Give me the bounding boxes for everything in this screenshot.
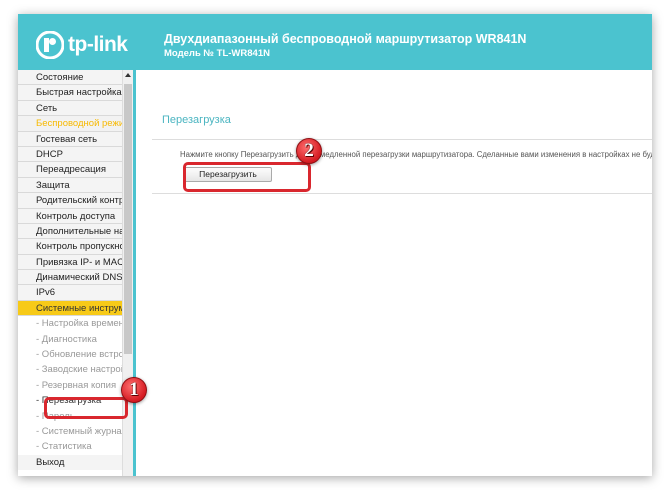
sidebar-item-exit[interactable]: Выход [18, 454, 122, 471]
tp-link-logo-icon [36, 31, 64, 59]
sidebar-item-security[interactable]: Защита [18, 177, 122, 194]
highlight-reboot-button [183, 162, 311, 192]
sidebar-item-advanced-settings[interactable]: Дополнительные настройки [18, 223, 122, 240]
sidebar-subitem-statistics[interactable]: - Статистика [18, 439, 122, 455]
divider-bottom [152, 193, 652, 194]
sidebar-item-dynamic-dns[interactable]: Динамический DNS [18, 270, 122, 286]
logo-text: tp-link [68, 33, 128, 56]
sidebar-item-ipv6[interactable]: IPv6 [18, 285, 122, 301]
device-title: Двухдиапазонный беспроводной маршрутизат… [164, 32, 527, 46]
sidebar-item-bandwidth-control[interactable]: Контроль пропускной [18, 239, 122, 255]
reboot-notice-text: Нажмите кнопку Перезагрузить для немедле… [180, 150, 652, 159]
sidebar-item-ip-mac-binding[interactable]: Привязка IP- и MAC- [18, 254, 122, 271]
router-window: tp-link Двухдиапазонный беспроводной мар… [18, 14, 652, 476]
sidebar-item-system-tools[interactable]: Системные инструменты [18, 300, 122, 317]
device-model: Модель № TL-WR841N [164, 48, 270, 59]
sidebar-subitem-backup[interactable]: - Резервная копия [18, 377, 122, 394]
sidebar-item-access-control[interactable]: Контроль доступа [18, 208, 122, 224]
step-marker-1: 1 [121, 377, 147, 403]
scroll-up-arrow-icon[interactable] [125, 73, 131, 77]
sidebar-item-guest-network[interactable]: Гостевая сеть [18, 131, 122, 147]
sidebar-item-network[interactable]: Сеть [18, 100, 122, 117]
tp-link-logo: tp-link [36, 31, 128, 59]
sidebar-item-parental-control[interactable]: Родительский контроль [18, 193, 122, 209]
main-content: Перезагрузка Нажмите кнопку Перезагрузит… [136, 70, 652, 476]
sidebar-item-dhcp[interactable]: DHCP [18, 146, 122, 163]
page-title: Перезагрузка [162, 114, 231, 126]
sidebar-item-status[interactable]: Состояние [18, 70, 122, 86]
sidebar-item-wireless[interactable]: Беспроводной режим [18, 116, 122, 132]
sidebar-subitem-time-settings[interactable]: - Настройка времени [18, 316, 122, 332]
sidebar-subitem-factory-defaults[interactable]: - Заводские настройки [18, 362, 122, 378]
step-marker-2: 2 [296, 138, 322, 164]
divider-top [152, 139, 652, 140]
sidebar-subitem-diagnostics[interactable]: - Диагностика [18, 331, 122, 348]
sidebar-item-quick-setup[interactable]: Быстрая настройка [18, 85, 122, 101]
highlight-reboot-menu [44, 397, 128, 419]
scrollbar-thumb[interactable] [124, 84, 132, 354]
sidebar-subitem-firmware-upgrade[interactable]: - Обновление встроенного [18, 347, 122, 363]
sidebar-item-forwarding[interactable]: Переадресация [18, 162, 122, 178]
sidebar-subitem-system-log[interactable]: - Системный журнал [18, 423, 122, 440]
header-bar: tp-link Двухдиапазонный беспроводной мар… [18, 14, 652, 70]
